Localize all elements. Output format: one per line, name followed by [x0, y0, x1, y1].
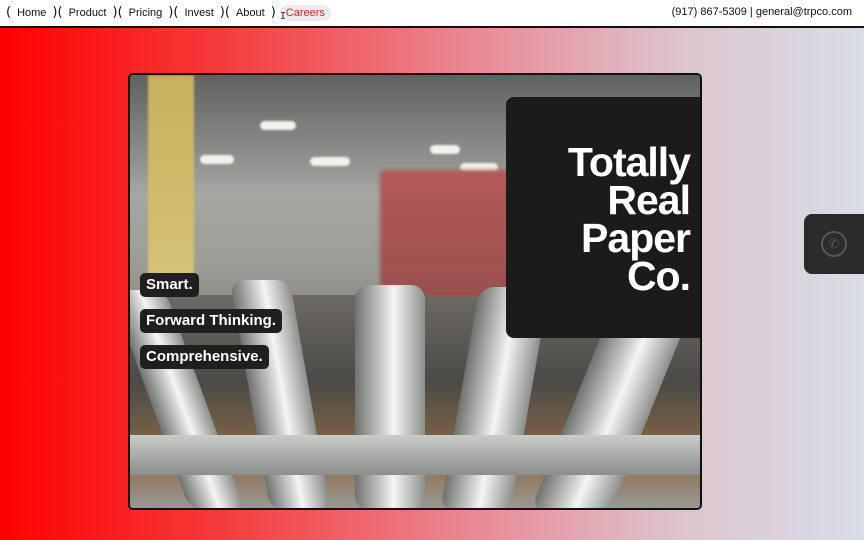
nav-item-careers[interactable]: Careers: [279, 5, 331, 21]
nav-separator: )(: [52, 5, 63, 20]
hero-image-panel: Smart. Forward Thinking. Comprehensive. …: [128, 73, 702, 510]
nav-item-product[interactable]: Product: [63, 5, 113, 21]
nav-item-pricing[interactable]: Pricing: [123, 5, 169, 21]
hero-background-pillar: [148, 75, 194, 295]
ceiling-light: [310, 157, 350, 166]
phone-contact-button[interactable]: ✆: [804, 214, 864, 274]
conveyor-crossbar: [130, 435, 700, 475]
phone-icon: ✆: [821, 231, 847, 257]
nav-separator: )(: [168, 5, 179, 20]
title-line: Co.: [626, 253, 691, 299]
hero-tag-smart: Smart.: [140, 273, 199, 297]
conveyor-roller: [355, 285, 425, 508]
ceiling-light: [200, 155, 234, 164]
title-line: Paper: [581, 215, 691, 261]
nav-paren-close: ): [270, 5, 276, 20]
nav-item-about[interactable]: About: [230, 5, 271, 21]
top-navigation-bar: ( Home )( Product )( Pricing )( Invest )…: [0, 0, 864, 28]
ceiling-light: [260, 121, 296, 130]
nav-separator: )(: [112, 5, 123, 20]
ceiling-light: [430, 145, 460, 154]
nav-item-home[interactable]: Home: [11, 5, 52, 21]
title-line: Real: [607, 177, 691, 223]
text-cursor-icon: I: [280, 11, 287, 22]
company-title: Totally Real Paper Co.: [506, 139, 700, 299]
contact-info: (917) 867-5309 | general@trpco.com: [671, 6, 852, 18]
nav-item-invest[interactable]: Invest: [178, 5, 219, 21]
title-line: Totally: [567, 139, 691, 185]
company-title-card: Totally Real Paper Co.: [506, 97, 700, 338]
hero-tag-forward-thinking: Forward Thinking.: [140, 309, 282, 333]
nav-separator: )(: [219, 5, 230, 20]
hero-tag-comprehensive: Comprehensive.: [140, 345, 269, 369]
